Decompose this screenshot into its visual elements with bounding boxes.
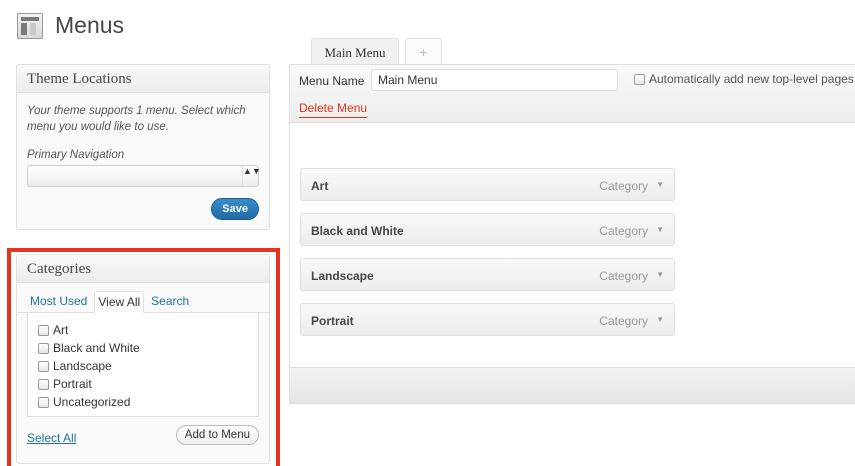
list-item[interactable]: Portrait	[38, 375, 248, 393]
menu-item-black-and-white[interactable]: Black and White Category ▼	[300, 213, 675, 246]
select-arrows-icon: ▲▼	[242, 166, 261, 186]
page-title: Menus	[55, 12, 125, 38]
category-label: Portrait	[53, 377, 92, 391]
checkbox[interactable]	[38, 378, 49, 390]
list-item[interactable]: Black and White	[38, 339, 248, 357]
categories-tabs: Most Used View All Search	[17, 291, 269, 313]
category-label: Uncategorized	[53, 395, 131, 409]
menus-icon	[17, 12, 43, 39]
save-button[interactable]: Save	[211, 198, 259, 220]
menu-name-label: Menu Name	[299, 74, 365, 88]
auto-add-label: Automatically add new top-level pages	[649, 72, 854, 86]
menu-item-portrait[interactable]: Portrait Category ▼	[300, 303, 675, 336]
category-label: Landscape	[53, 359, 112, 373]
category-label: Art	[53, 323, 69, 337]
categories-box: Categories Most Used View All Search Art…	[16, 254, 270, 464]
tab-search[interactable]: Search	[148, 291, 192, 312]
checkbox[interactable]	[38, 396, 49, 408]
tab-main-menu[interactable]: Main Menu	[311, 38, 399, 65]
menu-item-title: Black and White	[311, 224, 404, 238]
add-menu-tab[interactable]: +	[405, 38, 442, 65]
expand-arrow-icon[interactable]: ▼	[656, 225, 664, 234]
menu-item-type: Category	[599, 269, 648, 283]
menu-editor-footer	[290, 367, 855, 403]
categories-checklist: Art Black and White Landscape Portrait U…	[27, 313, 259, 417]
menu-name-input[interactable]: Main Menu	[371, 69, 618, 91]
theme-locations-description: Your theme supports 1 menu. Select which…	[27, 105, 246, 133]
expand-arrow-icon[interactable]: ▼	[656, 180, 664, 189]
primary-navigation-select[interactable]: ▲▼	[27, 165, 261, 187]
menu-item-title: Portrait	[311, 314, 354, 328]
checkbox[interactable]	[38, 324, 49, 336]
menu-editor-header: Menu Name Main Menu Automatically add ne…	[290, 65, 855, 123]
checkbox[interactable]	[38, 360, 49, 372]
menu-item-type: Category	[599, 224, 648, 238]
tab-most-used[interactable]: Most Used	[27, 291, 90, 312]
list-item[interactable]: Landscape	[38, 357, 248, 375]
list-item[interactable]: Art	[38, 321, 248, 339]
tab-view-all[interactable]: View All	[94, 291, 145, 313]
menu-item-landscape[interactable]: Landscape Category ▼	[300, 258, 675, 291]
category-label: Black and White	[53, 341, 140, 355]
page-header: Menus	[17, 12, 124, 39]
theme-locations-title: Theme Locations	[17, 65, 269, 93]
menu-item-title: Art	[311, 179, 329, 193]
expand-arrow-icon[interactable]: ▼	[656, 270, 664, 279]
select-all-link[interactable]: Select All	[27, 431, 76, 445]
auto-add-checkbox[interactable]	[634, 73, 645, 85]
auto-add-option[interactable]: Automatically add new top-level pages	[634, 72, 854, 86]
delete-menu-link[interactable]: Delete Menu	[299, 101, 368, 118]
categories-title: Categories	[17, 255, 269, 283]
add-to-menu-button[interactable]: Add to Menu	[175, 425, 259, 445]
expand-arrow-icon[interactable]: ▼	[656, 315, 664, 324]
menu-item-type: Category	[599, 314, 648, 328]
primary-navigation-label: Primary Navigation	[27, 149, 125, 161]
menu-item-title: Landscape	[311, 269, 374, 283]
menu-item-type: Category	[599, 179, 648, 193]
menu-item-art[interactable]: Art Category ▼	[300, 168, 675, 201]
checkbox[interactable]	[38, 342, 49, 354]
list-item[interactable]: Uncategorized	[38, 393, 248, 411]
menu-editor: Menu Name Main Menu Automatically add ne…	[289, 64, 855, 404]
theme-locations-box: Theme Locations Your theme supports 1 me…	[16, 64, 270, 230]
